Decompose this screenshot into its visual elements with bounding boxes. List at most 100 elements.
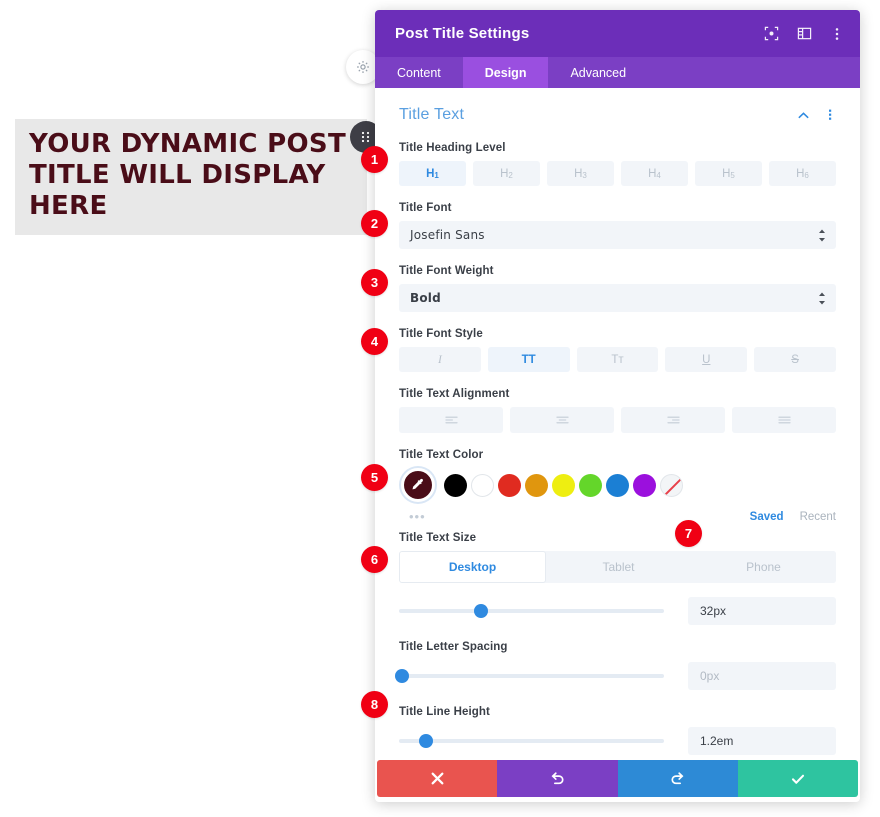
letter-spacing-value-input[interactable]: 0px (688, 662, 836, 690)
device-tab-desktop[interactable]: Desktop (399, 551, 546, 583)
letter-spacing-slider-track[interactable] (394, 669, 664, 683)
color-tab-recent[interactable]: Recent (800, 511, 836, 523)
heading-level-h2[interactable]: H2 (473, 161, 540, 186)
field-title-font: Title Font Josefin Sans (399, 202, 836, 249)
field-label: Title Font Style (399, 328, 483, 340)
italic-glyph: I (437, 353, 442, 366)
color-swatch-yellow[interactable] (552, 473, 575, 497)
color-tab-saved[interactable]: Saved (750, 511, 784, 523)
annotation-badge-8: 8 (361, 691, 388, 718)
annotation-badge-7: 7 (675, 520, 702, 547)
heading-level-number: 4 (656, 171, 661, 180)
annotation-badge-4: 4 (361, 328, 388, 355)
section-title: Title Text (399, 106, 465, 123)
strikethrough-icon[interactable]: S (754, 347, 836, 372)
device-tab-tablet[interactable]: Tablet (546, 551, 691, 583)
title-font-weight-select[interactable]: Bold (399, 284, 836, 312)
tab-advanced[interactable]: Advanced (548, 57, 648, 88)
line-height-slider-thumb[interactable] (418, 734, 433, 748)
field-label: Title Text Alignment (399, 388, 510, 400)
screenshot-root: Your Dynamic Post Title Will Display Her… (0, 0, 880, 817)
heading-level-label: H (722, 167, 731, 180)
heading-level-number: 1 (434, 171, 439, 180)
post-title-preview-block[interactable]: Your Dynamic Post Title Will Display Her… (15, 119, 367, 235)
color-swatch-blue[interactable] (606, 473, 629, 497)
heading-level-h6[interactable]: H6 (769, 161, 836, 186)
heading-level-h3[interactable]: H3 (547, 161, 614, 186)
heading-level-h5[interactable]: H5 (695, 161, 762, 186)
color-swatch-black[interactable] (444, 473, 467, 497)
small-caps-glyph: Tт (611, 353, 624, 366)
strikethrough-glyph: S (791, 353, 799, 366)
undo-button[interactable] (497, 760, 618, 797)
align-justify-icon[interactable] (732, 407, 836, 433)
color-swatch-purple[interactable] (633, 473, 656, 497)
device-tab-phone[interactable]: Phone (691, 551, 836, 583)
text-size-slider-track[interactable] (399, 604, 664, 618)
annotation-badge-1: 1 (361, 146, 388, 173)
chevron-up-icon[interactable] (797, 109, 810, 122)
italic-icon[interactable]: I (399, 347, 481, 372)
section-overflow-menu-icon[interactable] (824, 109, 836, 121)
layout-columns-icon[interactable] (797, 26, 812, 41)
post-title-preview-text: Your Dynamic Post Title Will Display Her… (29, 129, 346, 222)
field-title-font-weight: Title Font Weight Bold (399, 265, 836, 312)
tab-design[interactable]: Design (462, 57, 549, 88)
heading-level-h1[interactable]: H1 (399, 161, 466, 186)
letter-spacing-slider-thumb[interactable] (394, 669, 409, 683)
line-height-value-input[interactable]: 1.2em (688, 727, 836, 755)
focus-target-icon[interactable] (764, 26, 779, 41)
small-caps-icon[interactable]: Tт (576, 347, 659, 372)
field-label: Title Font Weight (399, 265, 494, 277)
underline-icon[interactable]: U (665, 347, 748, 372)
color-swatch-green[interactable] (579, 473, 602, 497)
field-title-text-color: Title Text Color ••• Saved Recent (399, 449, 836, 524)
modal-footer (377, 760, 858, 797)
field-label: Title Heading Level (399, 142, 506, 154)
field-title-text-alignment: Title Text Alignment (399, 388, 836, 433)
heading-level-number: 5 (730, 171, 735, 180)
heading-level-h4[interactable]: H4 (621, 161, 688, 186)
selected-color-swatch[interactable] (401, 468, 435, 502)
field-label: Title Text Color (399, 449, 484, 461)
heading-level-label: H (574, 167, 583, 180)
select-arrows-icon (818, 292, 826, 305)
field-label: Title Font (399, 202, 452, 214)
title-font-select[interactable]: Josefin Sans (399, 221, 836, 249)
post-title-settings-modal: Post Title Settings Content Design Advan… (375, 10, 860, 802)
text-size-slider-thumb[interactable] (474, 604, 489, 618)
cancel-button[interactable] (377, 760, 498, 797)
section-header-title-text: Title Text (399, 106, 836, 124)
page-preview-area: Your Dynamic Post Title Will Display Her… (0, 0, 382, 802)
eyedropper-icon (412, 478, 423, 489)
device-tab-row: Desktop Tablet Phone (399, 551, 836, 583)
redo-button[interactable] (617, 760, 738, 797)
save-button[interactable] (737, 760, 858, 797)
uppercase-icon[interactable]: TT (487, 347, 570, 372)
overflow-menu-icon[interactable] (830, 27, 844, 41)
field-title-heading-level: Title Heading Level H1 H2 H3 H4 H5 H6 (399, 142, 836, 186)
heading-level-number: 3 (582, 171, 587, 180)
heading-level-label: H (796, 167, 805, 180)
underline-glyph: U (702, 353, 711, 366)
line-height-slider-track[interactable] (399, 734, 664, 748)
heading-level-number: 6 (804, 171, 809, 180)
align-right-icon[interactable] (621, 407, 725, 433)
tab-content[interactable]: Content (375, 57, 463, 88)
heading-level-group: H1 H2 H3 H4 H5 H6 (399, 161, 836, 186)
heading-level-label: H (648, 167, 657, 180)
modal-title: Post Title Settings (395, 25, 530, 42)
color-swatch-transparent[interactable] (660, 473, 683, 497)
annotation-badge-6: 6 (361, 546, 388, 573)
text-size-slider-row: 32px (399, 597, 836, 625)
align-center-icon[interactable] (510, 407, 614, 433)
annotation-badge-2: 2 (361, 210, 388, 237)
color-swatch-red[interactable] (498, 473, 521, 497)
color-swatch-white[interactable] (471, 473, 494, 497)
field-label: Title Letter Spacing (399, 641, 508, 653)
heading-level-number: 2 (508, 171, 513, 180)
text-size-value-input[interactable]: 32px (688, 597, 836, 625)
align-left-icon[interactable] (399, 407, 503, 433)
field-title-letter-spacing: Title Letter Spacing 0px (394, 641, 836, 690)
color-swatch-orange[interactable] (525, 473, 548, 497)
